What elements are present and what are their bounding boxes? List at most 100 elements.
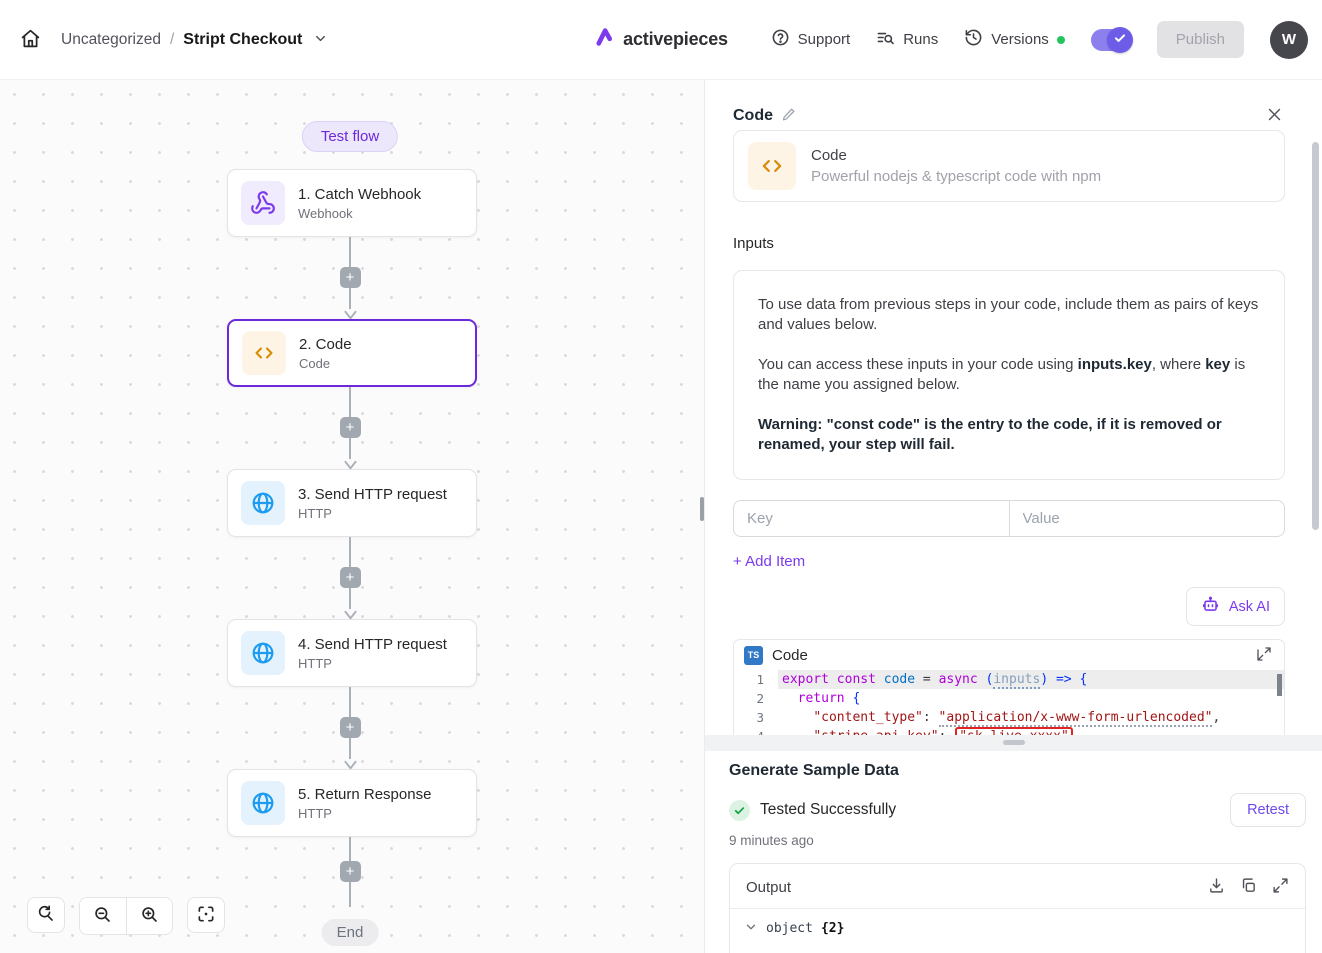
flow-step-card[interactable]: 5. Return Response HTTP [227,769,477,837]
check-icon [1113,31,1127,48]
fit-view-icon [196,904,216,927]
code-line: 3 "content_type": "application/x-www-for… [734,708,1284,727]
line-number: 3 [734,708,778,727]
value-input[interactable] [1009,500,1286,537]
add-step-button[interactable]: + [340,861,361,882]
info-paragraph: Warning: "const code" is the entry to th… [758,415,1260,455]
breadcrumb-flow-name[interactable]: Stript Checkout [183,31,302,49]
output-label: Output [746,879,791,896]
piece-info-card: Code Powerful nodejs & typescript code w… [733,130,1285,202]
versions-button[interactable]: Versions [964,28,1049,51]
step-title: 3. Send HTTP request [298,486,447,503]
chevron-down-icon [744,920,758,937]
test-flow-button[interactable]: Test flow [302,121,398,152]
test-timestamp: 9 minutes ago [729,833,1306,848]
close-icon [1266,111,1283,126]
home-button[interactable] [14,22,47,58]
support-button[interactable]: Support [771,28,851,51]
code-line: 4 "stripe_api_key": "sk_live_xxxx" [734,727,1284,735]
ask-ai-button[interactable]: Ask AI [1186,587,1285,626]
add-step-button[interactable]: + [340,417,361,438]
step-subtitle: HTTP [298,506,447,521]
breadcrumb-category[interactable]: Uncategorized [61,31,161,49]
step-title: 5. Return Response [298,786,431,803]
expand-icon [1256,650,1272,665]
runs-button[interactable]: Runs [876,28,938,51]
close-panel-button[interactable] [1264,104,1285,128]
flow-step-card[interactable]: 1. Catch Webhook Webhook [227,169,477,237]
fit-view-button[interactable] [187,897,225,933]
support-label: Support [798,31,851,48]
rename-step-button[interactable] [781,107,796,125]
download-output-button[interactable] [1208,877,1225,897]
step-title: 4. Send HTTP request [298,636,447,653]
inputs-info-box: To use data from previous steps in your … [733,270,1285,480]
panel-resize-handle[interactable] [700,497,704,521]
globe-icon [241,631,285,675]
versions-label: Versions [991,31,1049,48]
help-icon [771,28,790,51]
flow-menu-button[interactable] [311,29,330,51]
flow-step-card[interactable]: 4. Send HTTP request HTTP [227,619,477,687]
activepieces-logo: activepieces [594,26,728,53]
expand-icon [1272,877,1289,897]
success-check-icon [729,800,750,821]
home-icon [20,28,41,52]
reset-zoom-icon [36,904,56,927]
step-subtitle: Webhook [298,206,421,221]
code-icon [242,331,286,375]
line-number: 2 [734,689,778,708]
input-pair-row [733,500,1285,537]
step-title: 1. Catch Webhook [298,186,421,203]
step-settings-scroll-area[interactable]: Code Code Powerful no [705,80,1322,735]
step-settings-panel: Code Code Powerful no [704,80,1322,953]
publish-button[interactable]: Publish [1157,21,1244,58]
line-number: 4 [734,727,778,735]
step-subtitle: HTTP [298,656,447,671]
test-panel-resize-divider[interactable] [705,735,1322,751]
flow-canvas[interactable]: Test flow 1. Catch Webhook Webhook +2. Cod… [0,80,704,953]
copy-icon [1240,877,1257,897]
step-subtitle: HTTP [298,806,431,821]
retest-button[interactable]: Retest [1230,793,1306,827]
expand-output-button[interactable] [1272,877,1289,897]
zoom-in-icon [140,905,160,928]
robot-icon [1201,595,1220,618]
expand-editor-button[interactable] [1254,644,1274,667]
step-subtitle: Code [299,356,352,371]
globe-icon [241,781,285,825]
code-editor-content[interactable]: 1export const code = async (inputs) => {… [734,670,1284,735]
code-line: 2 return { [734,689,1284,708]
test-step-section: Generate Sample Data Tested Successfully… [705,751,1322,953]
flow-step-card[interactable]: 2. CodeCode [227,319,477,387]
flow-enabled-toggle[interactable] [1091,29,1131,51]
add-step-button[interactable]: + [340,267,361,288]
annotated-secret-value: "sk_live_xxxx" [955,727,1073,735]
key-input[interactable] [733,500,1010,537]
info-paragraph: To use data from previous steps in your … [758,295,1260,335]
zoom-in-button[interactable] [126,898,172,934]
webhook-icon [241,181,285,225]
panel-scrollbar[interactable] [1312,142,1319,530]
canvas-zoom-controls [27,897,225,935]
editor-scrollbar[interactable] [1277,674,1282,696]
copy-output-button[interactable] [1240,877,1257,897]
code-line: 1export const code = async (inputs) => { [734,670,1284,689]
output-box: Output [729,863,1306,953]
runs-label: Runs [903,31,938,48]
history-icon [964,28,983,51]
code-editor-title: Code [772,647,808,664]
draft-status-dot [1057,36,1065,44]
inputs-heading: Inputs [733,235,1285,252]
add-item-button[interactable]: + Add Item [733,553,805,570]
typescript-badge: TS [744,646,763,665]
zoom-out-button[interactable] [80,898,126,934]
reset-zoom-button[interactable] [27,897,65,933]
user-avatar[interactable]: W [1270,21,1308,59]
add-step-button[interactable]: + [340,717,361,738]
add-step-button[interactable]: + [340,567,361,588]
test-status-text: Tested Successfully [760,801,896,819]
collapse-object-button[interactable] [744,920,758,937]
breadcrumb-separator: / [170,31,174,49]
flow-step-card[interactable]: 3. Send HTTP request HTTP [227,469,477,537]
